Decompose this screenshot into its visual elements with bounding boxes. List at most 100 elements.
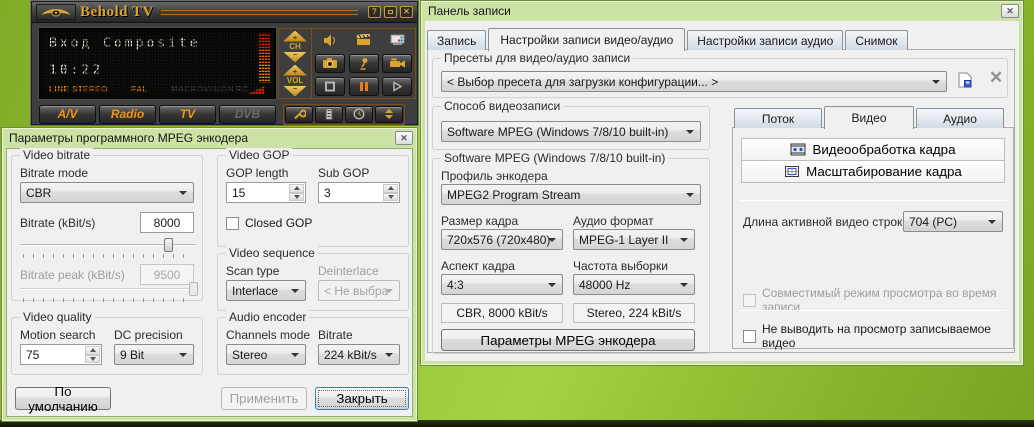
- deinterlace-label: Deinterlace: [318, 264, 379, 278]
- channel-up-button[interactable]: +: [283, 31, 307, 42]
- spin-down-button[interactable]: [383, 193, 398, 202]
- line-length-value: 704 (PC): [909, 215, 957, 229]
- checkbox-box[interactable]: [743, 330, 756, 343]
- snapshot-button[interactable]: [315, 54, 345, 73]
- motion-search-spinner[interactable]: 75: [20, 344, 102, 365]
- close-button[interactable]: ✕: [400, 6, 413, 18]
- help-button[interactable]: ?: [368, 6, 381, 18]
- gop-length-value: 15: [232, 186, 245, 200]
- no-preview-checkbox[interactable]: Не выводить на просмотр записываемое вид…: [743, 322, 1005, 350]
- play-button[interactable]: [382, 77, 412, 96]
- microphone-button[interactable]: [349, 54, 379, 73]
- line-length-select[interactable]: 704 (PC): [903, 211, 1003, 232]
- checkbox-box[interactable]: [226, 217, 239, 230]
- mpeg-encoder-window: Параметры программного MPEG энкодера ✕ V…: [1, 127, 418, 422]
- control-cluster: + CH − + VOL −: [278, 28, 416, 99]
- bitrate-value-field[interactable]: 8000: [140, 212, 194, 233]
- tab-audio-settings[interactable]: Настройки записи аудио: [687, 30, 843, 50]
- scheduler-clock-button[interactable]: [345, 106, 373, 123]
- defaults-button[interactable]: По умолчанию: [15, 387, 111, 410]
- audio-format-select[interactable]: MPEG-1 Layer II: [573, 229, 695, 250]
- pause-button[interactable]: [349, 77, 379, 96]
- dc-precision-label: DC precision: [114, 328, 183, 342]
- tab-video[interactable]: Видео: [824, 106, 914, 129]
- volume-up-button[interactable]: +: [283, 65, 307, 76]
- channels-mode-label: Channels mode: [226, 328, 310, 342]
- aspect-select[interactable]: 4:3: [441, 274, 563, 295]
- lcd-display: Вход Composite 10:22 LINE STEREO PAL MAC…: [39, 28, 276, 99]
- close-button[interactable]: ✕: [395, 131, 413, 145]
- chevron-down-icon: [548, 238, 556, 246]
- close-button[interactable]: ✕: [1001, 4, 1019, 18]
- mpeg-params-button[interactable]: Параметры MPEG энкодера: [441, 329, 695, 351]
- lcd-time: 10:22: [49, 63, 103, 78]
- spin-up-button[interactable]: [289, 184, 304, 193]
- tab-record[interactable]: Запись: [427, 30, 486, 50]
- save-preset-icon[interactable]: [957, 72, 973, 91]
- tab-audio[interactable]: Аудио: [916, 108, 1004, 128]
- encoder-body: Video bitrate Bitrate mode CBR Bitrate (…: [6, 148, 413, 417]
- close-dialog-button[interactable]: Закрыть: [315, 387, 409, 410]
- profile-select[interactable]: MPEG2 Program Stream: [441, 184, 701, 205]
- settings-wrench-button[interactable]: [285, 106, 313, 123]
- gop-length-spinner[interactable]: 15: [226, 182, 306, 203]
- presets-group: Пресеты для видео/аудио записи < Выбор п…: [432, 58, 1008, 98]
- record-method-value: Software MPEG (Windows 7/8/10 built-in): [447, 125, 668, 139]
- behold-title-bar[interactable]: Behold TV ? ✕: [32, 2, 417, 23]
- radio-mode-button[interactable]: Radio: [99, 105, 156, 124]
- minimize-button[interactable]: [384, 6, 397, 18]
- delete-preset-icon[interactable]: ✕: [989, 68, 1003, 88]
- chevron-down-icon: [291, 353, 299, 361]
- tv-mode-button[interactable]: TV: [159, 105, 216, 124]
- stop-button[interactable]: [315, 77, 345, 96]
- sample-rate-select[interactable]: 48000 Hz: [573, 274, 695, 295]
- checkbox-box: [743, 294, 756, 307]
- av-mode-button[interactable]: A/V: [39, 105, 96, 124]
- record-panel-body: Запись Настройки записи видео/аудио Наст…: [425, 21, 1019, 361]
- sub-gop-spinner[interactable]: 3: [318, 182, 400, 203]
- tab-stream[interactable]: Поток: [734, 108, 822, 128]
- dc-precision-select[interactable]: 9 Bit: [114, 344, 194, 365]
- video-processing-icon: [790, 143, 806, 156]
- video-gop-group: Video GOP GOP length 15 Sub GOP 3 Closed: [217, 155, 409, 247]
- frame-scaling-button[interactable]: Масштабирование кадра: [741, 160, 1005, 183]
- video-processing-button[interactable]: Видеообработка кадра: [741, 138, 1005, 161]
- bitrate-mode-select[interactable]: CBR: [20, 182, 194, 203]
- chevron-down-icon: [385, 289, 393, 297]
- line-length-label: Длина активной видео строки: [743, 215, 909, 229]
- slider-thumb: [189, 282, 198, 296]
- spin-down-button[interactable]: [289, 193, 304, 202]
- tab-snapshot[interactable]: Снимок: [845, 30, 907, 50]
- motion-search-value: 75: [26, 348, 39, 362]
- dvb-mode-button: DVB: [219, 105, 276, 124]
- bitrate-slider[interactable]: [20, 238, 196, 258]
- channel-down-button[interactable]: −: [283, 52, 307, 63]
- record-video-button[interactable]: [382, 54, 412, 73]
- spin-up-button[interactable]: [383, 184, 398, 193]
- audio-format-label: Аудио формат: [573, 214, 654, 228]
- chevron-down-icon: [548, 283, 556, 291]
- checkbox-label: Closed GOP: [245, 216, 312, 230]
- record-method-select[interactable]: Software MPEG (Windows 7/8/10 built-in): [441, 121, 701, 142]
- spin-down-button[interactable]: [85, 355, 100, 364]
- speaker-icon[interactable]: [315, 31, 345, 49]
- channels-mode-select[interactable]: Stereo: [226, 344, 306, 365]
- record-panel-title-bar[interactable]: Панель записи ✕: [421, 1, 1023, 21]
- clapperboard-icon[interactable]: [349, 31, 379, 49]
- scan-type-select[interactable]: Interlace: [226, 280, 306, 301]
- group-label: Video GOP: [226, 148, 292, 162]
- video-tab-page: Видеообработка кадра Масштабирование кад…: [732, 127, 1014, 349]
- closed-gop-checkbox[interactable]: Closed GOP: [226, 216, 312, 230]
- tab-video-audio-settings[interactable]: Настройки записи видео/аудио: [488, 28, 685, 51]
- preset-select[interactable]: < Выбор пресета для загрузки конфигураци…: [441, 71, 947, 92]
- spin-up-button[interactable]: [85, 346, 100, 355]
- updown-arrows-button[interactable]: [375, 106, 403, 123]
- encoder-title-bar[interactable]: Параметры программного MPEG энкодера ✕: [2, 128, 417, 148]
- filmstrip-button[interactable]: [315, 106, 343, 123]
- slider-thumb[interactable]: [164, 238, 173, 252]
- encoder-window-title: Параметры программного MPEG энкодера: [9, 131, 248, 145]
- display-mode-icon[interactable]: [382, 31, 412, 49]
- frame-size-select[interactable]: 720x576 (720x480): [441, 229, 563, 250]
- audio-bitrate-select[interactable]: 224 kBit/s: [318, 344, 400, 365]
- volume-down-button[interactable]: −: [283, 86, 307, 97]
